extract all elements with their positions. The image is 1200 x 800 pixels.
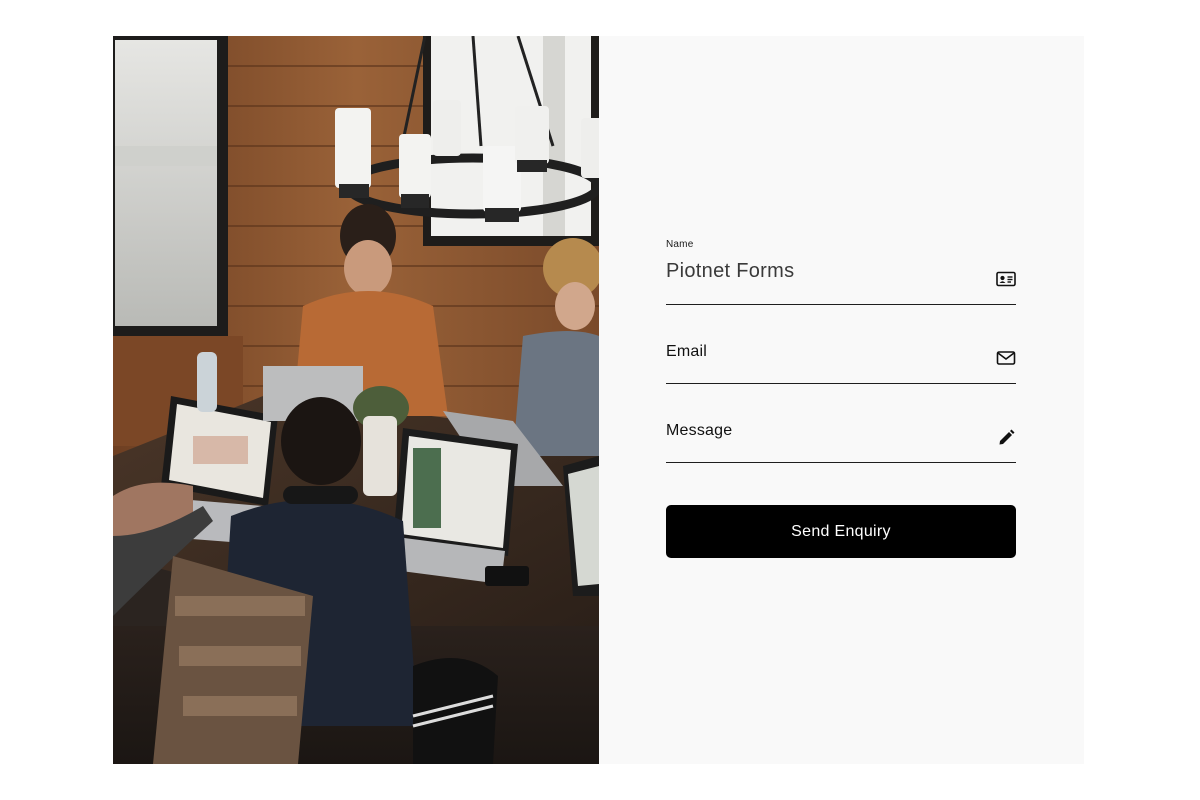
message-field[interactable]: Message (666, 397, 1016, 463)
name-label: Name (666, 239, 694, 250)
name-input[interactable]: Piotnet Forms (666, 260, 794, 283)
envelope-icon (996, 348, 1016, 368)
enquiry-form: Name Piotnet Forms Email Message Send En… (666, 239, 1016, 558)
contact-card: Name Piotnet Forms Email Message Send En… (113, 36, 1084, 764)
message-input[interactable]: Message (666, 422, 732, 440)
send-enquiry-button[interactable]: Send Enquiry (666, 505, 1016, 558)
pencil-icon (996, 427, 1016, 447)
email-field[interactable]: Email (666, 318, 1016, 384)
id-card-icon (996, 269, 1016, 289)
team-photo (113, 36, 599, 764)
name-field[interactable]: Name Piotnet Forms (666, 239, 1016, 305)
form-panel: Name Piotnet Forms Email Message Send En… (599, 36, 1084, 764)
email-input[interactable]: Email (666, 343, 707, 361)
